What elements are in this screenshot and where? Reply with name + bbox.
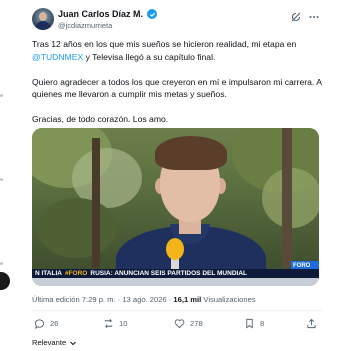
bookmark-button[interactable]: 8 xyxy=(244,318,264,329)
tree-trunk xyxy=(92,138,100,268)
tweet-paragraph: Gracias, de todo corazón. Los amo. xyxy=(32,114,169,124)
author-handle[interactable]: @jcdiazmurrieta xyxy=(58,21,112,30)
tweet-text-span: y Televisa llegó a su capítulo final. xyxy=(83,51,216,62)
like-button[interactable]: 278 xyxy=(174,318,203,329)
edited-timestamp[interactable]: Última edición 7:29 p. m. · 13 ago. 2026… xyxy=(32,295,173,304)
microphone xyxy=(166,238,184,260)
tweet-text: Tras 12 años en los que mis sueños se hi… xyxy=(32,38,322,138)
page-edge xyxy=(0,0,20,351)
edge-marker xyxy=(0,178,3,181)
like-count: 278 xyxy=(190,319,203,328)
ticker-tag: #FORO xyxy=(64,270,88,277)
mention-link[interactable]: @TUDNMEX xyxy=(32,52,83,62)
news-ticker: N ITALIA #FORO RUSIA: ANUNCIAN SEIS PARTID… xyxy=(32,269,319,278)
repost-icon xyxy=(104,319,113,328)
edge-marker xyxy=(0,262,3,265)
reporter-hair xyxy=(155,136,227,170)
tweet-paragraph: Tras 12 años en los que mis sueños se hi… xyxy=(32,38,322,63)
sort-label: Relevante xyxy=(32,338,67,347)
action-bar: 26 10 278 8 xyxy=(32,318,322,334)
ticker-headline: RUSIA: ANUNCIAN SEIS PARTIDOS DEL MUNDIA… xyxy=(90,270,247,277)
ticker-bottom-bar xyxy=(32,278,319,286)
ticker-left: N ITALIA xyxy=(35,270,62,277)
background-foliage xyxy=(37,198,117,258)
tweet-card: Juan Carlos Díaz M. @jcdiazmurrieta Tras… xyxy=(20,0,328,351)
share-button[interactable] xyxy=(306,318,317,329)
ticker-text: N ITALIA #FORO RUSIA: ANUNCIAN SEIS PARTID… xyxy=(32,270,247,277)
author-name-row[interactable]: Juan Carlos Díaz M. xyxy=(58,9,158,19)
avatar[interactable] xyxy=(32,8,54,30)
repost-count: 10 xyxy=(119,319,128,328)
tweet-meta: Última edición 7:29 p. m. · 13 ago. 2026… xyxy=(32,295,256,304)
share-icon xyxy=(307,318,316,329)
bookmark-count: 8 xyxy=(260,319,265,328)
reply-button[interactable]: 26 xyxy=(34,318,58,329)
edge-marker xyxy=(0,94,3,97)
author-name[interactable]: Juan Carlos Díaz M. xyxy=(58,9,143,19)
sort-dropdown[interactable]: Relevante xyxy=(32,338,77,347)
reply-icon xyxy=(34,319,45,329)
views-count: 16,1 mil xyxy=(173,295,202,304)
tweet-image[interactable]: FORO HI N ITALIA#FORORUSIA: ANUNCIAN SEI… xyxy=(32,128,319,286)
chevron-down-icon xyxy=(70,341,77,345)
more-options-icon[interactable] xyxy=(308,11,320,23)
reply-count: 26 xyxy=(50,319,59,328)
tree-trunk xyxy=(282,128,292,268)
views-label: Visualizaciones xyxy=(201,295,256,304)
repost-button[interactable]: 10 xyxy=(103,318,127,329)
grok-icon[interactable] xyxy=(290,11,302,23)
heart-icon xyxy=(174,319,185,329)
tweet-text-span: Tras 12 años en los que mis sueños se hi… xyxy=(32,39,297,49)
divider xyxy=(32,310,322,311)
verified-badge-icon xyxy=(147,9,158,19)
side-indicator[interactable] xyxy=(0,272,10,290)
bookmark-icon xyxy=(246,318,253,329)
tweet-paragraph: Quiero agradecer a todos los que creyero… xyxy=(32,76,322,100)
tweet-header: Juan Carlos Díaz M. @jcdiazmurrieta xyxy=(32,8,322,38)
